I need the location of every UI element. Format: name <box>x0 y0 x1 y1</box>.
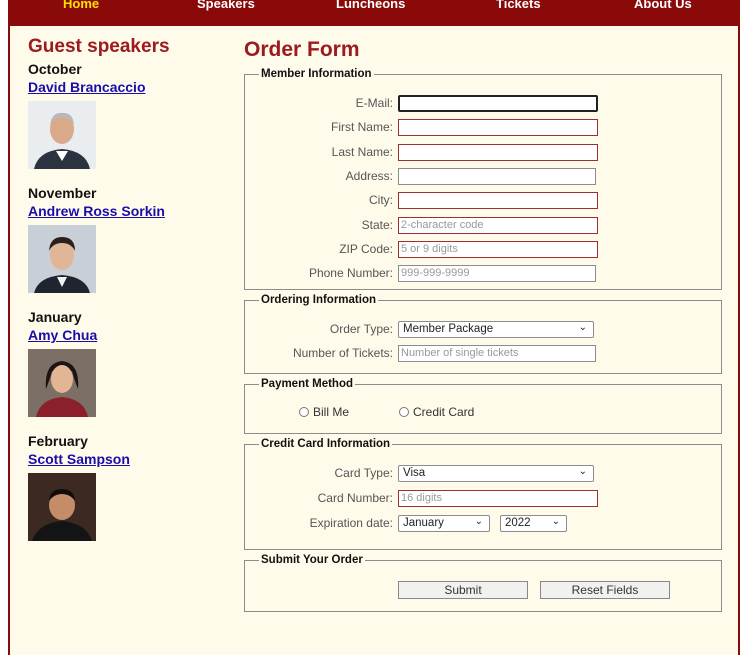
order-type-label: Order Type: <box>329 322 393 336</box>
zip-row: ZIP Code: 5 or 9 digits <box>245 241 723 259</box>
payment-method-legend: Payment Method <box>261 378 354 390</box>
radio-icon <box>299 407 309 417</box>
city-row: City: <box>245 192 723 210</box>
submit-section: Submit Your Order Submit Reset Fields <box>244 554 722 612</box>
phone-row: Phone Number: 999-999-9999 <box>245 265 723 283</box>
last-name-row: Last Name: <box>245 144 723 162</box>
ordering-information-legend: Ordering Information <box>261 294 376 306</box>
submit-buttons: Submit Reset Fields <box>245 581 723 599</box>
speakers-sidebar: Guest speakers October David Brancaccio … <box>28 36 228 557</box>
address-field[interactable] <box>398 168 596 185</box>
speaker-link[interactable]: David Brancaccio <box>28 79 228 95</box>
nav-about-us[interactable]: About Us <box>634 0 692 11</box>
submit-button[interactable]: Submit <box>398 581 528 599</box>
payment-method-section: Payment Method Bill Me Credit Card <box>244 378 722 434</box>
nav-tickets[interactable]: Tickets <box>496 0 541 11</box>
last-name-label: Last Name: <box>331 145 393 159</box>
chevron-down-icon: ⌄ <box>578 466 587 477</box>
tickets-row: Number of Tickets: Number of single tick… <box>245 345 723 363</box>
speaker-month: February <box>28 433 88 449</box>
first-name-field[interactable] <box>398 119 598 136</box>
speaker-link[interactable]: Amy Chua <box>28 327 228 343</box>
city-field[interactable] <box>398 192 598 209</box>
email-label: E-Mail: <box>355 96 393 110</box>
top-nav: Home Speakers Luncheons Tickets About Us <box>10 0 738 26</box>
tickets-field[interactable]: Number of single tickets <box>398 345 596 362</box>
credit-card-legend: Credit Card Information <box>261 438 391 450</box>
nav-speakers[interactable]: Speakers <box>197 0 255 11</box>
card-type-label: Card Type: <box>334 466 393 480</box>
speaker-item: November Andrew Ross Sorkin <box>28 185 228 293</box>
first-name-row: First Name: <box>245 119 723 137</box>
reset-button[interactable]: Reset Fields <box>540 581 670 599</box>
speaker-month: October <box>28 61 82 77</box>
speaker-month: January <box>28 309 82 325</box>
first-name-label: First Name: <box>330 120 393 134</box>
chevron-down-icon: ⌄ <box>578 322 587 333</box>
zip-field[interactable]: 5 or 9 digits <box>398 241 598 258</box>
phone-field[interactable]: 999-999-9999 <box>398 265 596 282</box>
expiration-row: Expiration date: January ⌄ 2022 ⌄ <box>245 515 723 533</box>
expiration-year-value: 2022 <box>505 517 531 529</box>
nav-luncheons[interactable]: Luncheons <box>336 0 405 11</box>
state-row: State: 2-character code <box>245 217 723 235</box>
phone-label: Phone Number: <box>308 266 393 280</box>
card-number-row: Card Number: 16 digits <box>245 490 723 508</box>
member-information-section: Member Information E-Mail: First Name: L… <box>244 68 722 290</box>
nav-home[interactable]: Home <box>63 0 99 11</box>
expiration-month-select[interactable]: January ⌄ <box>398 515 490 532</box>
card-number-field[interactable]: 16 digits <box>398 490 598 507</box>
address-label: Address: <box>345 169 393 183</box>
order-type-value: Member Package <box>403 323 494 335</box>
card-number-label: Card Number: <box>317 491 393 505</box>
submit-legend: Submit Your Order <box>261 554 363 566</box>
page-frame: Home Speakers Luncheons Tickets About Us… <box>8 0 740 655</box>
zip-label: ZIP Code: <box>339 242 393 256</box>
speaker-item: January Amy Chua <box>28 309 228 417</box>
credit-card-label: Credit Card <box>413 405 475 419</box>
speaker-item: October David Brancaccio <box>28 61 228 169</box>
radio-icon <box>399 407 409 417</box>
speaker-photo <box>28 473 96 541</box>
speaker-link[interactable]: Scott Sampson <box>28 451 228 467</box>
sidebar-title: Guest speakers <box>28 36 170 57</box>
email-field[interactable] <box>398 95 598 112</box>
expiration-year-select[interactable]: 2022 ⌄ <box>500 515 567 532</box>
card-type-select[interactable]: Visa ⌄ <box>398 465 594 482</box>
state-field[interactable]: 2-character code <box>398 217 598 234</box>
credit-card-section: Credit Card Information Card Type: Visa … <box>244 438 722 550</box>
last-name-field[interactable] <box>398 144 598 161</box>
payment-options: Bill Me Credit Card <box>245 405 723 423</box>
chevron-down-icon: ⌄ <box>474 516 483 527</box>
order-type-row: Order Type: Member Package ⌄ <box>245 321 723 339</box>
credit-card-radio[interactable]: Credit Card <box>399 405 474 419</box>
speaker-link[interactable]: Andrew Ross Sorkin <box>28 203 228 219</box>
bill-me-radio[interactable]: Bill Me <box>299 405 349 419</box>
order-type-select[interactable]: Member Package ⌄ <box>398 321 594 338</box>
order-form: Order Form Member Information E-Mail: Fi… <box>242 38 732 612</box>
ordering-information-section: Ordering Information Order Type: Member … <box>244 294 722 374</box>
city-label: City: <box>369 193 393 207</box>
expiration-month-value: January <box>403 517 444 529</box>
card-type-value: Visa <box>403 467 426 479</box>
speaker-photo <box>28 101 96 169</box>
member-information-legend: Member Information <box>261 68 372 80</box>
expiration-label: Expiration date: <box>309 516 393 530</box>
speaker-photo <box>28 225 96 293</box>
state-label: State: <box>361 218 393 232</box>
email-row: E-Mail: <box>245 95 723 113</box>
card-type-row: Card Type: Visa ⌄ <box>245 465 723 483</box>
page-title: Order Form <box>244 38 360 61</box>
tickets-label: Number of Tickets: <box>292 346 393 360</box>
bill-me-label: Bill Me <box>313 405 350 419</box>
address-row: Address: <box>245 168 723 186</box>
speaker-month: November <box>28 185 97 201</box>
chevron-down-icon: ⌄ <box>551 516 560 527</box>
speaker-photo <box>28 349 96 417</box>
speaker-item: February Scott Sampson <box>28 433 228 541</box>
